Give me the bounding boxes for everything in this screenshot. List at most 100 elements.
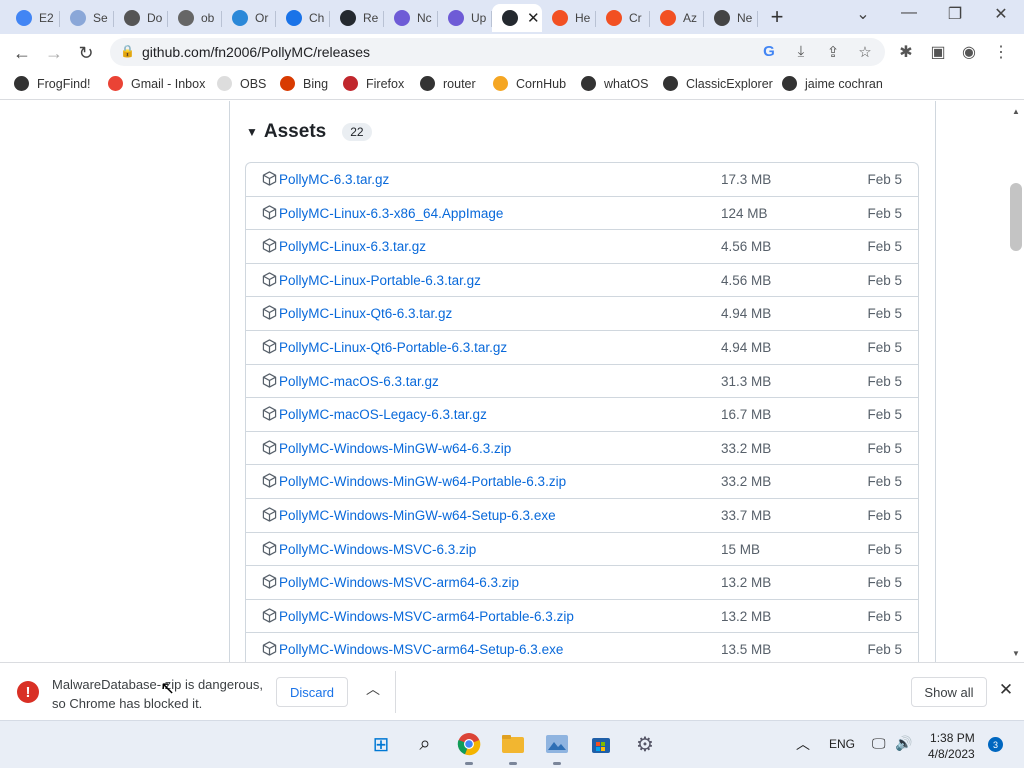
store-icon[interactable]	[586, 729, 616, 759]
package-icon	[262, 574, 277, 589]
asset-date: Feb 5	[867, 339, 902, 355]
asset-download-link[interactable]: PollyMC-Windows-MSVC-6.3.zip	[279, 542, 476, 557]
tab-9[interactable]: ✕	[492, 4, 542, 32]
close-icon[interactable]: ✕	[996, 680, 1016, 700]
bookmark-item[interactable]: CornHub	[493, 76, 566, 91]
asset-row: PollyMC-Windows-MSVC-arm64-Setup-6.3.exe…	[246, 633, 918, 662]
asset-date: Feb 5	[867, 407, 902, 423]
asset-download-link[interactable]: PollyMC-macOS-Legacy-6.3.tar.gz	[279, 407, 487, 422]
new-tab-button[interactable]: +	[763, 4, 791, 29]
scroll-down-arrow-icon[interactable]: ▼	[1012, 649, 1020, 658]
package-icon	[262, 608, 277, 623]
tab-1[interactable]: Se	[60, 4, 114, 32]
url-text[interactable]: github.com/fn2006/PollyMC/releases	[142, 44, 370, 60]
asset-download-link[interactable]: PollyMC-Windows-MSVC-arm64-Setup-6.3.exe	[279, 642, 563, 657]
asset-download-link[interactable]: PollyMC-Linux-6.3-x86_64.AppImage	[279, 206, 503, 221]
asset-row: PollyMC-Windows-MinGW-w64-Portable-6.3.z…	[246, 465, 918, 499]
bookmark-item[interactable]: router	[420, 76, 476, 91]
google-lens-icon[interactable]: G	[760, 43, 778, 60]
side-panel-icon[interactable]: ▣	[927, 42, 949, 62]
language-indicator[interactable]: ENG	[829, 737, 855, 751]
package-icon	[262, 305, 277, 321]
asset-download-link[interactable]: PollyMC-6.3.tar.gz	[279, 172, 389, 187]
assets-header[interactable]: ▼ Assets 22	[246, 121, 372, 143]
asset-download-link[interactable]: PollyMC-macOS-6.3.tar.gz	[279, 374, 439, 389]
app-icon	[232, 10, 248, 26]
asset-download-link[interactable]: PollyMC-Windows-MinGW-w64-6.3.zip	[279, 441, 511, 456]
tab-3[interactable]: ob	[168, 4, 222, 32]
close-tab-icon[interactable]: ✕	[527, 9, 540, 27]
asset-download-link[interactable]: PollyMC-Linux-Qt6-Portable-6.3.tar.gz	[279, 340, 507, 355]
asset-download-link[interactable]: PollyMC-Windows-MinGW-w64-Setup-6.3.exe	[279, 508, 556, 523]
asset-date: Feb 5	[867, 642, 902, 658]
tab-12[interactable]: Az	[650, 4, 704, 32]
page-scrollbar[interactable]: ▲ ▼	[1008, 101, 1024, 662]
forward-button[interactable]: →	[41, 40, 67, 66]
bookmark-item[interactable]: ClassicExplorer	[663, 76, 773, 91]
bookmark-item[interactable]: Bing	[280, 76, 328, 91]
tab-5[interactable]: Ch	[276, 4, 330, 32]
layout-divider	[935, 101, 936, 662]
minimize-button[interactable]: —	[894, 4, 924, 22]
search-icon[interactable]: ⌕	[410, 729, 440, 759]
asset-date: Feb 5	[867, 440, 902, 456]
asset-date: Feb 5	[867, 172, 902, 187]
address-bar[interactable]: 🔒 github.com/fn2006/PollyMC/releases G ⤓…	[110, 38, 885, 66]
asset-date: Feb 5	[867, 575, 902, 591]
bookmark-item[interactable]: jaime cochran	[782, 76, 883, 91]
asset-date: Feb 5	[867, 474, 902, 490]
network-icon[interactable]: 🖵	[872, 735, 886, 752]
tab-0[interactable]: E2	[6, 4, 60, 32]
asset-download-link[interactable]: PollyMC-Linux-Qt6-6.3.tar.gz	[279, 306, 452, 321]
photos-icon[interactable]	[542, 729, 572, 765]
package-icon	[262, 540, 277, 556]
asset-download-link[interactable]: PollyMC-Linux-6.3.tar.gz	[279, 239, 426, 254]
show-all-button[interactable]: Show all	[911, 677, 987, 707]
chrome-icon[interactable]	[454, 729, 484, 765]
clock[interactable]: 1:38 PM 4/8/2023	[928, 730, 975, 762]
share-icon[interactable]: ⇪	[824, 43, 842, 61]
disclosure-triangle-icon[interactable]: ▼	[246, 125, 258, 139]
start-windows-icon[interactable]: ⊞	[366, 729, 396, 759]
tab-10[interactable]: He	[542, 4, 596, 32]
asset-download-link[interactable]: PollyMC-Linux-Portable-6.3.tar.gz	[279, 273, 481, 288]
asset-row: PollyMC-Linux-Qt6-Portable-6.3.tar.gz 4.9…	[246, 331, 918, 365]
settings-gear-icon[interactable]: ⚙	[630, 729, 660, 759]
asset-download-link[interactable]: PollyMC-Windows-MSVC-arm64-6.3.zip	[279, 575, 519, 590]
volume-icon[interactable]: 🔊	[895, 735, 912, 752]
tab-8[interactable]: Up	[438, 4, 492, 32]
tab-13[interactable]: Ne	[704, 4, 758, 32]
maximize-button[interactable]: ❐	[940, 4, 970, 24]
scroll-up-arrow-icon[interactable]: ▲	[1012, 107, 1020, 116]
install-app-icon[interactable]: ⤓	[792, 43, 810, 60]
menu-kebab-icon[interactable]: ⋮	[990, 42, 1012, 62]
tab-7[interactable]: Nc	[384, 4, 438, 32]
chevron-up-icon[interactable]: ︿	[796, 734, 810, 754]
discard-button[interactable]: Discard	[276, 677, 348, 707]
bookmark-item[interactable]: Gmail - Inbox	[108, 76, 205, 91]
close-window-button[interactable]: ✕	[986, 4, 1016, 24]
bookmark-item[interactable]: Firefox	[343, 76, 404, 91]
tab-4[interactable]: Or	[222, 4, 276, 32]
scrollbar-thumb[interactable]	[1010, 183, 1022, 251]
chat-icon	[286, 10, 302, 26]
package-icon	[262, 339, 277, 354]
tab-search-icon[interactable]: ⌄	[848, 4, 878, 24]
bookmark-item[interactable]: whatOS	[581, 76, 648, 91]
asset-download-link[interactable]: PollyMC-Windows-MSVC-arm64-Portable-6.3.…	[279, 609, 574, 624]
profile-avatar[interactable]: ◉	[958, 42, 980, 62]
asset-download-link[interactable]: PollyMC-Windows-MinGW-w64-Portable-6.3.z…	[279, 474, 566, 489]
file-explorer-icon[interactable]	[498, 729, 528, 765]
tab-6[interactable]: Re	[330, 4, 384, 32]
package-icon	[262, 238, 277, 253]
extensions-icon[interactable]: ✱	[895, 42, 917, 62]
notification-badge[interactable]: 3	[988, 737, 1003, 752]
tab-2[interactable]: Do	[114, 4, 168, 32]
reload-button[interactable]: ↻	[73, 40, 99, 66]
bookmark-item[interactable]: OBS	[217, 76, 266, 91]
back-button[interactable]: ←	[9, 40, 35, 66]
bookmark-item[interactable]: FrogFind!	[14, 76, 91, 91]
tab-11[interactable]: Cr	[596, 4, 650, 32]
bookmark-star-icon[interactable]: ☆	[856, 43, 874, 61]
chevron-up-icon[interactable]: ︿	[364, 679, 382, 699]
